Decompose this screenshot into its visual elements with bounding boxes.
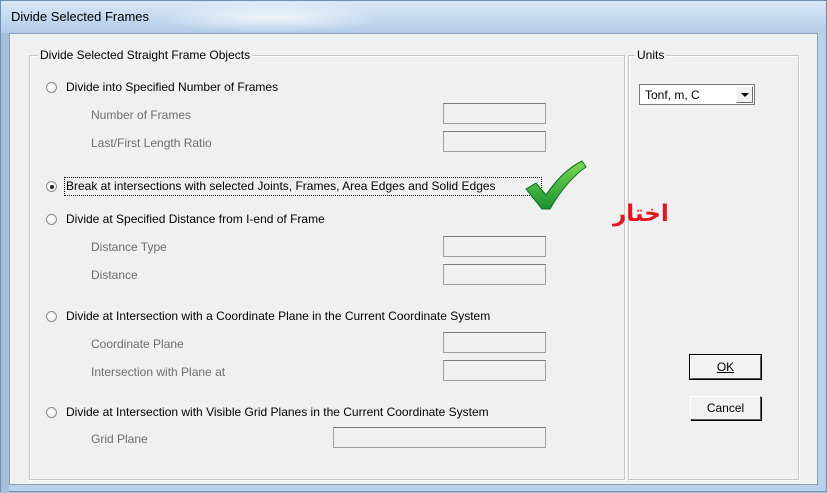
grid-plane-label: Grid Plane [91, 432, 148, 446]
coordinate-plane-input[interactable] [443, 332, 546, 353]
number-of-frames-label: Number of Frames [91, 108, 192, 122]
plane-intersection-input[interactable] [443, 360, 546, 381]
grid-plane-input[interactable] [333, 427, 546, 448]
distance-label: Distance [91, 268, 138, 282]
radio-divide-distance[interactable] [46, 214, 57, 225]
number-of-frames-input[interactable] [443, 103, 546, 124]
option-coordinate-plane-label[interactable]: Divide at Intersection with a Coordinate… [66, 309, 490, 323]
divide-options-group: Divide Selected Straight Frame Objects D… [29, 48, 625, 480]
length-ratio-input[interactable] [443, 131, 546, 152]
cancel-button-label: Cancel [706, 401, 745, 415]
units-group-title: Units [635, 48, 667, 62]
option-grid-planes-label[interactable]: Divide at Intersection with Visible Grid… [66, 405, 489, 419]
radio-divide-number[interactable] [46, 82, 57, 93]
units-group: Units Tonf, m, C OK Cancel [628, 48, 799, 480]
title-bar[interactable]: Divide Selected Frames [1, 1, 826, 33]
units-select-value: Tonf, m, C [645, 88, 700, 102]
option-divide-number-label[interactable]: Divide into Specified Number of Frames [66, 80, 278, 94]
distance-type-label: Distance Type [91, 240, 167, 254]
distance-type-input[interactable] [443, 236, 546, 257]
cancel-button[interactable]: Cancel [690, 396, 761, 420]
radio-grid-planes[interactable] [46, 407, 57, 418]
title-glow [151, 1, 391, 33]
option-break-intersections-label[interactable]: Break at intersections with selected Joi… [66, 179, 496, 193]
distance-input[interactable] [443, 264, 546, 285]
radio-break-intersections[interactable] [46, 181, 57, 192]
ok-button-label: OK [716, 360, 735, 374]
option-divide-distance-label[interactable]: Divide at Specified Distance from I-end … [66, 212, 325, 226]
dialog-body: Divide Selected Straight Frame Objects D… [9, 33, 818, 485]
window-frame-left [1, 33, 9, 493]
coordinate-plane-label: Coordinate Plane [91, 337, 184, 351]
chevron-down-icon[interactable] [736, 86, 753, 103]
checkmark-icon [525, 160, 587, 210]
units-select[interactable]: Tonf, m, C [639, 84, 755, 105]
plane-intersection-label: Intersection with Plane at [91, 365, 226, 379]
annotation-label: اختار [613, 201, 669, 227]
length-ratio-label: Last/First Length Ratio [91, 136, 212, 150]
group-title: Divide Selected Straight Frame Objects [38, 48, 253, 62]
dialog-window: Divide Selected Frames Divide Selected S… [0, 0, 827, 493]
window-title: Divide Selected Frames [11, 9, 149, 24]
radio-coordinate-plane[interactable] [46, 311, 57, 322]
ok-button[interactable]: OK [689, 354, 762, 380]
